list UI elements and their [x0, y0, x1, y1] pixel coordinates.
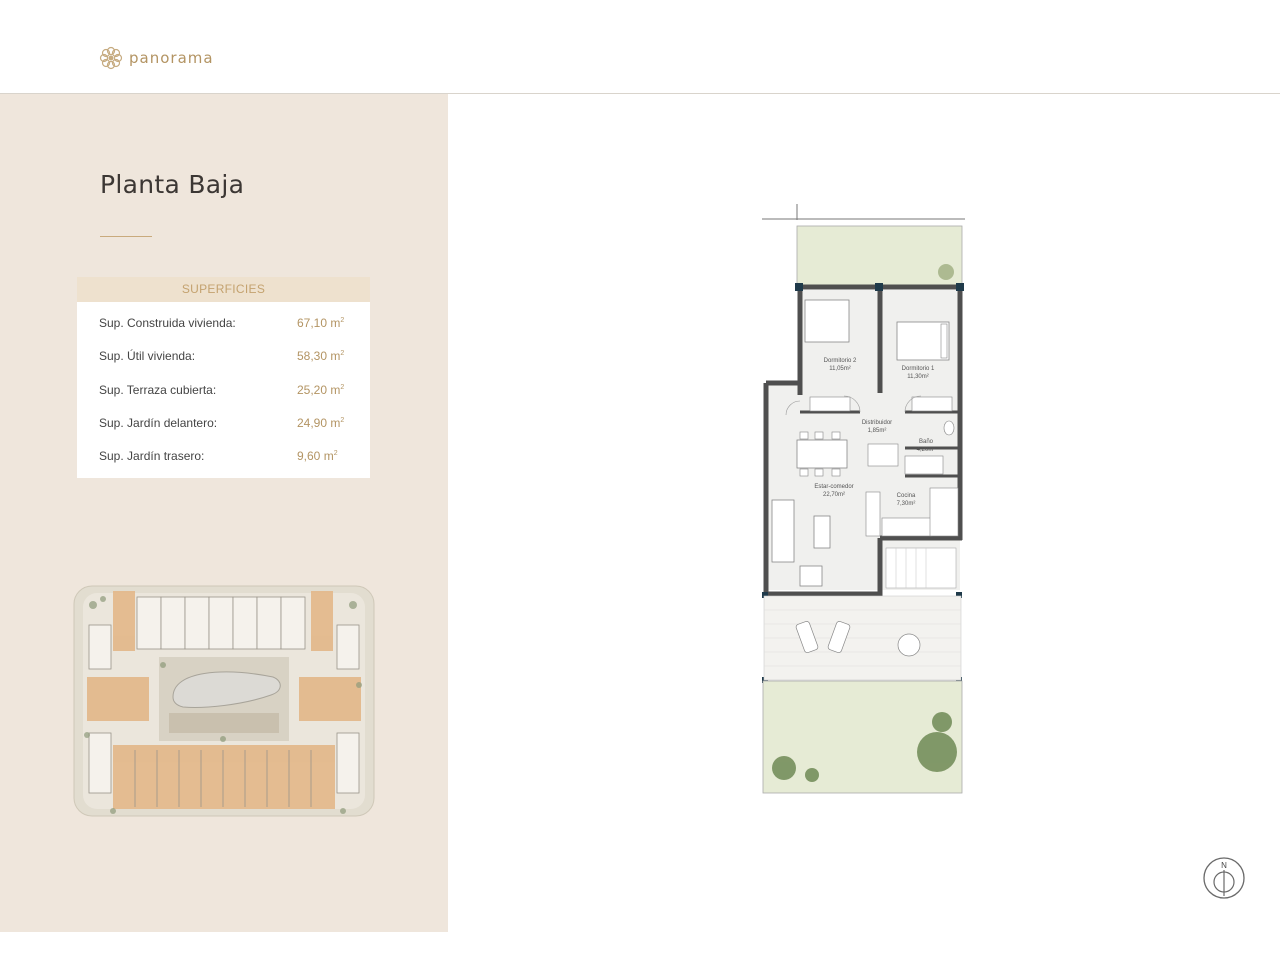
row-value: 24,90 m2 [297, 416, 345, 430]
room-name-label: Dormitorio 2 [824, 358, 857, 364]
row-value: 58,30 m2 [297, 349, 345, 363]
north-compass-icon: N [1202, 856, 1246, 905]
room-area-label: 7,30m² [897, 501, 916, 507]
room-area-label: 11,30m² [907, 374, 929, 380]
site-plan-image [73, 585, 375, 817]
flower-logo-icon [99, 46, 123, 70]
room-area-label: 4,20m² [917, 447, 936, 453]
header: panorama [0, 0, 1280, 94]
title-divider [100, 236, 152, 237]
room-area-label: 11,05m² [829, 366, 851, 372]
surfaces-heading: SUPERFICIES [77, 277, 370, 302]
room-name-label: Baño [919, 439, 934, 445]
row-label: Sup. Jardín delantero: [99, 416, 218, 430]
row-label: Sup. Construida vivienda: [99, 316, 236, 330]
page-title: Planta Baja [100, 170, 245, 199]
room-name-label: Estar-comedor [814, 484, 853, 490]
floor-plan-image: Dormitorio 2 11,05m² Dormitorio 1 11,30m² Di… [762, 204, 965, 794]
brand-name: panorama [129, 49, 214, 67]
room-name-label: Dormitorio 1 [902, 366, 935, 372]
row-label: Sup. Terraza cubierta: [99, 383, 217, 397]
room-name-label: Cocina [897, 493, 916, 499]
row-label: Sup. Jardín trasero: [99, 449, 205, 463]
row-value: 25,20 m2 [297, 383, 345, 397]
compass-label: N [1221, 861, 1227, 870]
room-area-label: 22,70m² [823, 492, 845, 498]
row-value: 67,10 m2 [297, 316, 345, 330]
room-name-label: Distribuidor [862, 420, 892, 426]
row-value: 9,60 m2 [297, 449, 338, 463]
row-label: Sup. Útil vivienda: [99, 349, 196, 363]
surfaces-table: SUPERFICIES Sup. Construida vivienda: 67… [77, 277, 370, 478]
room-area-label: 1,85m² [868, 428, 887, 434]
brand-logo[interactable]: panorama [99, 46, 214, 70]
